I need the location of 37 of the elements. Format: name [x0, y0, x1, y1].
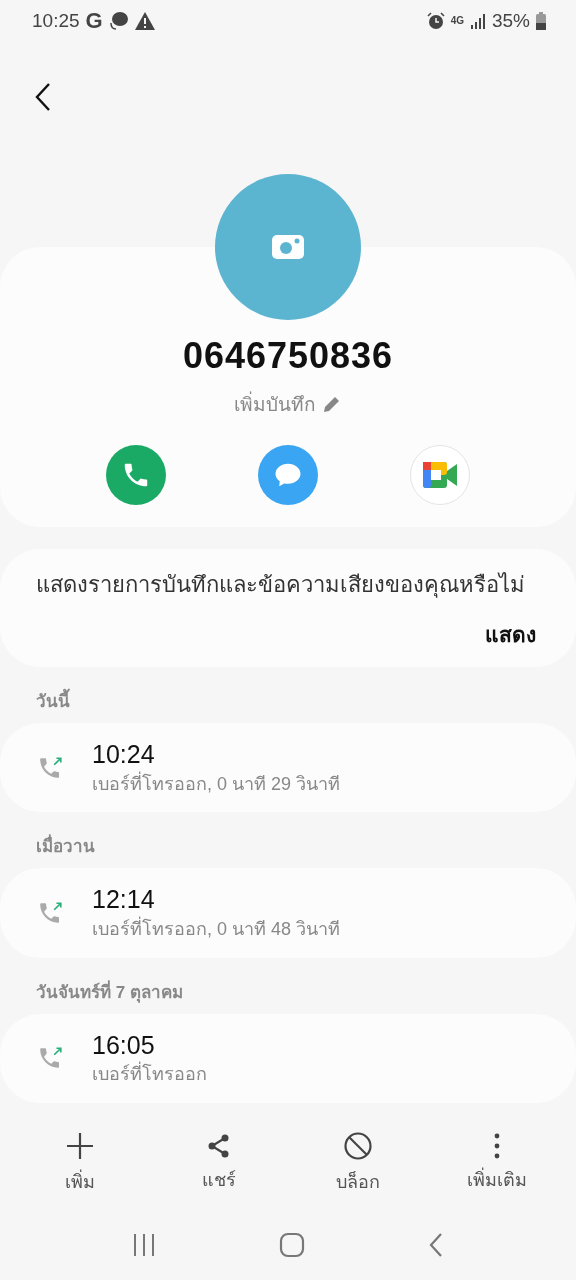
call-time: 10:24: [92, 740, 156, 769]
battery-percent: 35%: [491, 10, 530, 32]
call-log-entry[interactable]: 16:05 เบอร์ที่โทรออก: [0, 1013, 576, 1104]
date-heading: วันจันทร์ที่ 7 ตุลาคม: [35, 979, 184, 1005]
phone-number: 0646750836: [182, 335, 394, 377]
block-button[interactable]: บล็อก: [297, 1131, 418, 1196]
pencil-icon: [322, 394, 342, 414]
show-button[interactable]: แสดง: [485, 618, 536, 651]
signal-icon: [469, 13, 486, 29]
outgoing-call-icon: [38, 754, 64, 781]
warning-icon: [134, 12, 155, 30]
more-button[interactable]: เพิ่มเติม: [436, 1133, 557, 1194]
date-heading: เมื่อวาน: [0, 812, 576, 869]
block-icon: [342, 1131, 373, 1161]
more-icon: [492, 1133, 501, 1159]
battery-icon: [536, 12, 546, 30]
date-heading: วันนี้: [0, 667, 576, 723]
add-note-link[interactable]: เพิ่มบันทึก: [234, 389, 342, 419]
clock-time: 10:25: [32, 10, 80, 32]
outgoing-call-icon: [38, 900, 64, 926]
call-log-entry[interactable]: 12:14 เบอร์ที่โทรออก, 0 นาที 48 วินาที: [0, 868, 576, 958]
call-time: 12:14: [92, 885, 156, 915]
network-type: 4G: [450, 16, 464, 26]
alarm-clock-icon: [426, 12, 445, 30]
call-button[interactable]: [106, 445, 166, 505]
chat-bubble-icon: [108, 11, 129, 31]
call-time: 16:05: [92, 1030, 156, 1060]
call-detail: เบอร์ที่โทรออก, 0 นาที 29 วินาที: [92, 773, 341, 796]
plus-icon: [64, 1131, 95, 1161]
prompt-text: แสดงรายการบันทึกและข้อความเสียงของคุณหรือไม่: [36, 571, 526, 600]
call-log-entry[interactable]: 10:24 เบอร์ที่โทรออก, 0 นาที 29 วินาที: [0, 723, 576, 813]
message-button[interactable]: [258, 445, 318, 505]
camera-icon: [272, 235, 304, 259]
share-button[interactable]: แชร์: [158, 1133, 279, 1194]
video-camera-icon: [421, 460, 459, 490]
add-button[interactable]: เพิ่ม: [19, 1131, 140, 1196]
google-logo: G: [85, 8, 103, 34]
